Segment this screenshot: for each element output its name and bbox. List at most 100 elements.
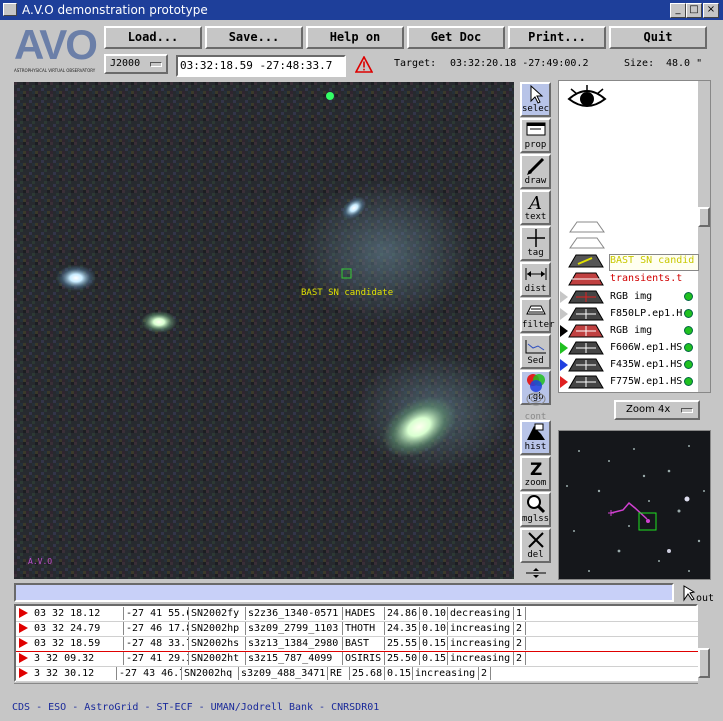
table-cell: 1 bbox=[514, 607, 526, 620]
tool-sed[interactable]: Sed bbox=[520, 334, 551, 369]
quit-button[interactable]: Quit bbox=[609, 26, 707, 49]
layer-label: BAST SN candid bbox=[610, 255, 695, 266]
table-cell: OSIRIS bbox=[343, 652, 385, 665]
row-marker-icon[interactable] bbox=[19, 623, 28, 633]
layer-pointer-icon bbox=[560, 308, 568, 320]
print-button[interactable]: Print... bbox=[508, 26, 606, 49]
layer-plane-icon bbox=[568, 324, 604, 338]
get-doc-button[interactable]: Get Doc bbox=[407, 26, 505, 49]
size-value: 48.0 " bbox=[666, 58, 703, 69]
table-cell: 25.55 bbox=[385, 637, 420, 650]
coordinate-input[interactable]: 03:32:18.59 -27:48:33.7 bbox=[176, 55, 346, 77]
sn-candidate-label[interactable]: BAST SN candidate bbox=[301, 288, 393, 298]
tool-zoom[interactable]: Z zoom bbox=[520, 456, 551, 491]
layer-plane-icon bbox=[568, 341, 604, 355]
layer-pointer-icon bbox=[560, 342, 568, 354]
layer-4[interactable]: RGB img bbox=[560, 323, 694, 339]
table-row[interactable]: 3 32 09.32 -27 41 29.3 SN2002ht s3z15_78… bbox=[16, 651, 700, 667]
coord-system-value: J2000 bbox=[110, 58, 141, 69]
layer-3[interactable]: F850LP.ep1.H bbox=[560, 306, 694, 322]
load-button[interactable]: Load... bbox=[104, 26, 202, 49]
table-scrollbar[interactable] bbox=[698, 604, 710, 682]
warning-icon[interactable] bbox=[354, 55, 374, 73]
close-icon[interactable]: × bbox=[703, 3, 719, 18]
layer-0[interactable]: BAST SN candid bbox=[560, 253, 694, 269]
tool-cont[interactable]: cont bbox=[520, 388, 551, 423]
layer-label: F606W.ep1.HS bbox=[610, 342, 683, 353]
results-table[interactable]: 03 32 18.12 -27 41 55.6 SN2002fy s2z36_1… bbox=[14, 604, 700, 682]
row-marker-icon[interactable] bbox=[19, 608, 28, 618]
title-bar: A.V.O demonstration prototype _ □ × bbox=[0, 0, 723, 20]
layer-label: transients.t bbox=[610, 273, 683, 284]
window-menu-icon[interactable] bbox=[3, 3, 17, 16]
layer-pointer-icon bbox=[560, 291, 568, 303]
target-label: Target: bbox=[394, 58, 437, 69]
tool-hist[interactable]: hist bbox=[520, 420, 551, 455]
layer-label: F850LP.ep1.H bbox=[610, 308, 683, 319]
dropdown-icon bbox=[150, 62, 162, 67]
pencil-icon bbox=[526, 157, 544, 175]
zoom-z-icon: Z bbox=[530, 460, 542, 480]
layer-1[interactable]: transients.t bbox=[560, 271, 694, 287]
layer-2[interactable]: RGB img bbox=[560, 289, 694, 305]
tool-filter[interactable]: filter bbox=[520, 298, 555, 333]
tool-dist[interactable]: dist bbox=[520, 262, 551, 297]
status-green-icon bbox=[684, 377, 693, 386]
table-cell: 2 bbox=[514, 637, 526, 650]
maximize-icon[interactable]: □ bbox=[686, 3, 702, 18]
row-marker-icon[interactable] bbox=[19, 668, 28, 678]
table-cell: RE bbox=[328, 667, 350, 680]
histogram-icon bbox=[526, 423, 545, 440]
layer-pointer-icon bbox=[560, 376, 568, 388]
properties-icon bbox=[526, 122, 545, 136]
svg-text:A: A bbox=[527, 193, 542, 212]
text-icon: A bbox=[527, 193, 542, 214]
tool-del[interactable]: del bbox=[520, 528, 551, 563]
layer-7[interactable]: F775W.ep1.HS bbox=[560, 374, 694, 390]
scrollbar-thumb[interactable] bbox=[698, 207, 710, 227]
table-cell: BAST bbox=[343, 637, 385, 650]
message-bar bbox=[14, 583, 674, 602]
table-row-selected[interactable]: 03 32 18.59 -27 48 33.7 SN2002hs s3z13_1… bbox=[16, 636, 700, 652]
table-row[interactable]: 03 32 18.12 -27 41 55.6 SN2002fy s2z36_1… bbox=[16, 606, 700, 622]
status-green-icon bbox=[684, 326, 693, 335]
layer-scrollbar[interactable] bbox=[698, 81, 710, 392]
help-button[interactable]: Help on bbox=[306, 26, 404, 49]
tool-draw[interactable]: draw bbox=[520, 154, 551, 189]
table-cell: -27 46 17.8 bbox=[126, 622, 189, 635]
image-view[interactable]: BAST SN candidate A.V.O bbox=[14, 82, 514, 579]
row-marker-icon[interactable] bbox=[19, 653, 28, 663]
scrollbar-thumb[interactable] bbox=[698, 648, 710, 678]
table-cell: 24.86 bbox=[385, 607, 420, 620]
table-row[interactable]: 03 32 24.79 -27 46 17.8 SN2002hp s3z09_2… bbox=[16, 621, 700, 637]
tool-tag[interactable]: tag bbox=[520, 226, 551, 261]
tool-mglss[interactable]: mglss bbox=[520, 492, 551, 527]
table-cell: SN2002fy bbox=[189, 607, 246, 620]
table-cell: 3 32 09.32 bbox=[32, 652, 124, 665]
image-corner-label: A.V.O bbox=[28, 557, 53, 566]
coord-system-select[interactable]: J2000 bbox=[104, 54, 168, 74]
overview-thumbnail[interactable] bbox=[558, 430, 711, 580]
target-value: 03:32:20.18 -27:49:00.2 bbox=[450, 58, 589, 69]
palette-resize-handle[interactable] bbox=[526, 568, 546, 578]
row-marker-icon[interactable] bbox=[19, 638, 28, 648]
table-cell: SN2002ht bbox=[189, 652, 246, 665]
table-cell: SN2002hq bbox=[182, 667, 239, 680]
table-row[interactable]: 3 32 30.12 -27 43 46.7 SN2002hq s3z09_48… bbox=[16, 666, 700, 682]
layer-label: F435W.ep1.HS bbox=[610, 359, 683, 370]
layer-plane-icon bbox=[568, 272, 604, 286]
distance-icon bbox=[525, 268, 546, 280]
layer-6[interactable]: F435W.ep1.HS bbox=[560, 357, 694, 373]
tool-text[interactable]: A text bbox=[520, 190, 551, 225]
zoom-select[interactable]: Zoom 4x bbox=[614, 400, 700, 420]
table-cell: THOTH bbox=[343, 622, 385, 635]
save-button[interactable]: Save... bbox=[205, 26, 303, 49]
minimize-icon[interactable]: _ bbox=[670, 3, 686, 18]
logo-text: AVO bbox=[14, 21, 98, 68]
out-button[interactable]: out bbox=[680, 582, 714, 604]
tool-prop[interactable]: prop bbox=[520, 118, 551, 153]
layer-5[interactable]: F606W.ep1.HS bbox=[560, 340, 694, 356]
eye-icon[interactable] bbox=[567, 85, 607, 113]
tool-selec[interactable]: selec bbox=[520, 82, 551, 117]
table-hscrollbar[interactable] bbox=[14, 683, 698, 693]
